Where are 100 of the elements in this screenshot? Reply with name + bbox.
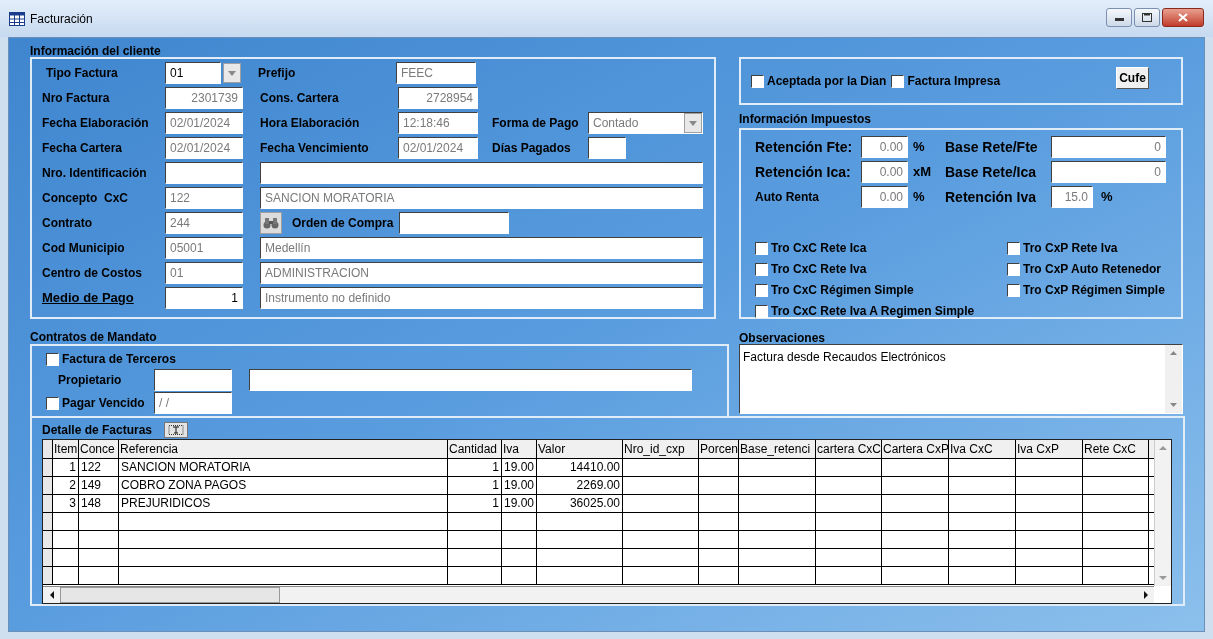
checkbox[interactable]	[46, 396, 59, 410]
table-cell: 1	[448, 459, 502, 476]
text-field[interactable]: 2728954	[398, 87, 478, 109]
search-button[interactable]	[260, 212, 282, 234]
checkbox[interactable]	[755, 262, 768, 276]
scroll-right-icon	[1143, 591, 1148, 599]
text-field[interactable]: FEEC	[396, 62, 476, 84]
text-field[interactable]: 01	[165, 262, 243, 284]
observations-field[interactable]: Factura desde Recaudos Electrónicos	[739, 344, 1183, 414]
checkbox-label: Factura de Terceros	[62, 351, 176, 368]
text-field[interactable]: Instrumento no definido	[260, 287, 703, 309]
text-field[interactable]: 12:18:46	[398, 112, 478, 134]
text-field[interactable]	[154, 369, 232, 391]
text-field[interactable]: 0.00	[861, 186, 908, 208]
row-selector[interactable]	[43, 549, 53, 566]
text-field[interactable]: 0	[1051, 136, 1166, 158]
checkbox[interactable]	[755, 241, 768, 255]
table-cell: 36025.00	[537, 495, 623, 512]
section-title: Información del cliente	[30, 43, 162, 57]
minimize-button[interactable]	[1106, 8, 1132, 27]
text-field[interactable]: 0	[1051, 161, 1166, 183]
text-field[interactable]: 0.00	[861, 161, 908, 183]
text-field[interactable]: 244	[165, 212, 243, 234]
text-field[interactable]: Medellín	[260, 237, 703, 259]
field-label: Hora Elaboración	[260, 115, 361, 132]
scroll-up-icon	[1159, 446, 1167, 450]
caret-down-icon	[689, 120, 697, 126]
column-header[interactable]: Base_retenci	[739, 440, 816, 458]
checkbox[interactable]	[755, 304, 768, 318]
text-field[interactable]: 01	[165, 62, 221, 84]
column-header[interactable]: Item	[53, 440, 79, 458]
payment-dropdown[interactable]: Contado	[588, 112, 703, 134]
column-header[interactable]: Porcen	[699, 440, 739, 458]
scroll-thumb[interactable]	[60, 587, 280, 603]
unit-label: %	[912, 188, 926, 207]
field-label: Centro de Costos	[42, 265, 143, 282]
text-tool-button[interactable]	[164, 421, 189, 438]
column-header[interactable]: Cartera CxP	[882, 440, 949, 458]
table-cell: COBRO ZONA PAGOS	[119, 477, 448, 494]
text-field[interactable]: 15.0	[1051, 186, 1093, 208]
row-selector[interactable]	[43, 495, 53, 512]
cufe-button[interactable]: Cufe	[1116, 67, 1149, 89]
column-header[interactable]: Iva	[502, 440, 537, 458]
table-cell: 149	[79, 477, 119, 494]
text-field[interactable]: ADMINISTRACION	[260, 262, 703, 284]
column-header[interactable]: Valor	[537, 440, 623, 458]
row-selector[interactable]	[43, 440, 53, 458]
row-selector[interactable]	[43, 477, 53, 494]
checkbox[interactable]	[46, 352, 59, 366]
checkbox[interactable]	[1007, 241, 1020, 255]
row-selector[interactable]	[43, 567, 53, 584]
checkbox[interactable]	[751, 74, 764, 88]
checkbox-label: Aceptada por la Dian	[767, 73, 887, 90]
text-field[interactable]: 122	[165, 187, 243, 209]
text-field[interactable]: 05001	[165, 237, 243, 259]
text-field[interactable]: 2301739	[165, 87, 243, 109]
table-cell: 148	[79, 495, 119, 512]
text-field[interactable]: / /	[154, 392, 232, 414]
row-selector[interactable]	[43, 531, 53, 548]
vertical-scrollbar[interactable]	[1154, 440, 1171, 586]
text-field[interactable]	[260, 162, 703, 184]
maximize-button[interactable]	[1134, 8, 1160, 27]
column-header[interactable]: Conce	[79, 440, 119, 458]
text-field[interactable]	[588, 137, 626, 159]
checkbox[interactable]	[1007, 262, 1020, 276]
close-button[interactable]	[1162, 8, 1204, 27]
text-field[interactable]	[165, 162, 243, 184]
checkbox[interactable]	[1007, 283, 1020, 297]
column-header[interactable]: Iva CxP	[1016, 440, 1083, 458]
text-field[interactable]: 0.00	[861, 136, 908, 158]
column-header[interactable]: Referencia	[119, 440, 448, 458]
column-header[interactable]: Iva CxC	[949, 440, 1016, 458]
dropdown-button[interactable]	[223, 63, 241, 83]
minimize-icon	[1114, 18, 1124, 21]
table-cell: 19.00	[502, 477, 537, 494]
text-field[interactable]: 02/01/2024	[165, 112, 243, 134]
table-cell: 19.00	[502, 459, 537, 476]
text-field[interactable]	[399, 212, 509, 234]
column-header[interactable]: Nro_id_cxp	[623, 440, 699, 458]
table-cell: SANCION MORATORIA	[119, 459, 448, 476]
checkbox-label: Tro CxP Rete Iva	[1023, 240, 1118, 257]
text-field[interactable]	[249, 369, 692, 391]
scroll-left-icon	[49, 591, 54, 599]
column-header[interactable]: Cantidad	[448, 440, 502, 458]
row-selector[interactable]	[43, 459, 53, 476]
binoculars-icon	[263, 217, 279, 229]
row-selector[interactable]	[43, 513, 53, 530]
text-field[interactable]: SANCION MORATORIA	[260, 187, 703, 209]
dropdown-button[interactable]	[684, 113, 702, 133]
checkbox[interactable]	[891, 74, 905, 88]
payment-method-link[interactable]: Medio de Pago	[42, 288, 165, 308]
vertical-scrollbar[interactable]	[1165, 345, 1182, 413]
horizontal-scrollbar[interactable]	[43, 586, 1154, 603]
field-label: Prefijo	[258, 65, 297, 82]
column-header[interactable]: cartera CxC	[816, 440, 882, 458]
text-field[interactable]: 02/01/2024	[398, 137, 478, 159]
checkbox[interactable]	[755, 283, 768, 297]
text-field[interactable]: 02/01/2024	[165, 137, 243, 159]
field-label: Propietario	[57, 372, 123, 389]
text-field[interactable]: 1	[165, 287, 243, 309]
